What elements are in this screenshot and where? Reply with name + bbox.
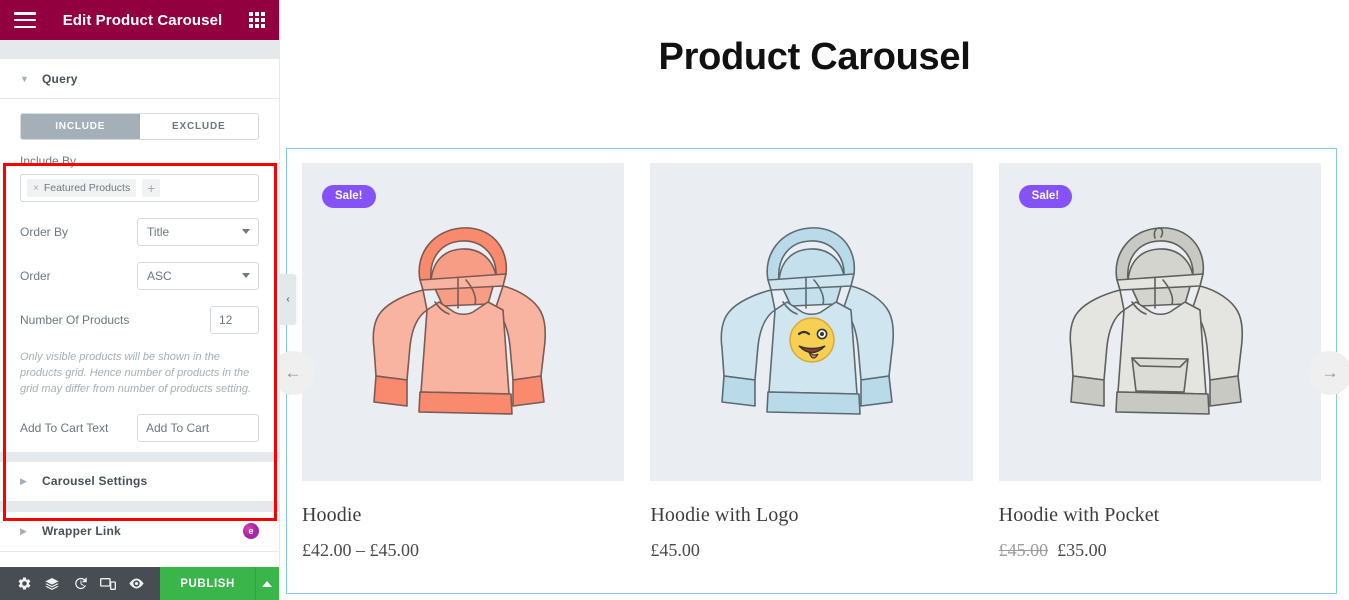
tag-featured-products[interactable]: × Featured Products: [27, 179, 136, 197]
add-to-cart-text-label: Add To Cart Text: [20, 421, 108, 435]
section-label-query: Query: [42, 72, 78, 86]
arrow-left-icon: ←: [285, 363, 302, 383]
emoji-logo: [790, 318, 834, 362]
order-by-label: Order By: [20, 225, 68, 239]
hamburger-menu-icon[interactable]: [14, 12, 36, 28]
publish-button[interactable]: PUBLISH: [160, 567, 255, 600]
editor-panel: Edit Product Carousel ▼ Query INCLUDE EX…: [0, 0, 280, 600]
product-title[interactable]: Hoodie with Logo: [650, 503, 972, 527]
query-controls: INCLUDE EXCLUDE Include By × Featured Pr…: [0, 99, 279, 452]
section-label-carousel-settings: Carousel Settings: [42, 474, 147, 488]
include-by-tag-input[interactable]: × Featured Products +: [20, 174, 259, 202]
page-title: Product Carousel: [280, 36, 1349, 79]
status-badge: Sale!: [1019, 185, 1073, 208]
tag-remove-icon[interactable]: ×: [33, 183, 39, 194]
chevron-left-icon: ‹: [286, 294, 289, 305]
number-of-products-input[interactable]: [210, 306, 259, 334]
sidebar-section-query[interactable]: ▼ Query: [0, 59, 279, 99]
responsive-mode-icon[interactable]: [94, 567, 122, 600]
panel-header: Edit Product Carousel: [0, 0, 279, 40]
tab-include[interactable]: INCLUDE: [21, 114, 140, 139]
light-blue-hoodie-with-emoji-logo-illustration: [711, 216, 911, 428]
panel-footer-toolbar: PUBLISH: [0, 567, 279, 600]
tab-exclude[interactable]: EXCLUDE: [140, 114, 259, 139]
order-row: Order ASCDESC: [20, 262, 259, 290]
product-card[interactable]: Hoodie with Logo £45.00: [650, 163, 972, 561]
chevron-down-icon: ▼: [20, 74, 29, 84]
order-by-select[interactable]: DateTitlePricePopularityRatingRandomMenu…: [137, 218, 259, 246]
product-image[interactable]: Sale!: [999, 163, 1321, 481]
elementor-editor: Edit Product Carousel ▼ Query INCLUDE EX…: [0, 0, 1349, 600]
add-to-cart-text-input[interactable]: [138, 415, 259, 441]
section-divider: [0, 452, 279, 462]
product-title[interactable]: Hoodie: [302, 503, 624, 527]
order-by-row: Order By DateTitlePricePopularityRatingR…: [20, 218, 259, 246]
add-to-cart-text-row: Add To Cart Text: [20, 414, 259, 442]
elementor-pro-badge-icon: e: [243, 523, 259, 539]
navigator-layers-icon[interactable]: [38, 567, 66, 600]
tag-label: Featured Products: [44, 182, 130, 194]
settings-gear-icon[interactable]: [10, 567, 38, 600]
order-select[interactable]: ASCDESC: [137, 262, 259, 290]
carousel-track: Sale!: [287, 149, 1336, 561]
sidebar-section-carousel-settings[interactable]: ▶ Carousel Settings: [0, 462, 279, 502]
arrow-right-icon: →: [1322, 363, 1339, 383]
coral-hoodie-illustration: [363, 216, 563, 428]
product-price: £45.00: [650, 540, 972, 561]
widgets-grid-icon[interactable]: [249, 12, 265, 28]
include-by-label: Include By: [20, 154, 259, 168]
product-regular-price: £45.00: [999, 540, 1049, 560]
number-of-products-label: Number Of Products: [20, 313, 129, 327]
number-of-products-row: Number Of Products: [20, 306, 259, 334]
carousel-next-button[interactable]: →: [1308, 351, 1349, 395]
product-price: £45.00 £35.00: [999, 540, 1321, 561]
product-card[interactable]: Sale!: [302, 163, 624, 561]
tag-add-icon[interactable]: +: [142, 179, 160, 197]
panel-tabs-bar: [0, 40, 279, 59]
section-label-wrapper-link: Wrapper Link: [42, 524, 121, 538]
status-badge: Sale!: [322, 185, 376, 208]
product-card[interactable]: Sale!: [999, 163, 1321, 561]
include-exclude-toggle[interactable]: INCLUDE EXCLUDE: [20, 113, 259, 140]
panel-body: ▼ Query INCLUDE EXCLUDE Include By × Fea…: [0, 59, 279, 567]
product-price: £42.00 – £45.00: [302, 540, 624, 561]
product-sale-price: £35.00: [1057, 540, 1107, 560]
preview-canvas: Product Carousel ← → Sale!: [280, 0, 1349, 600]
product-title[interactable]: Hoodie with Pocket: [999, 503, 1321, 527]
grey-hoodie-with-pocket-illustration: [1060, 216, 1260, 428]
product-image[interactable]: [650, 163, 972, 481]
order-label: Order: [20, 269, 51, 283]
panel-title: Edit Product Carousel: [63, 12, 223, 29]
section-divider: [0, 502, 279, 512]
preview-eye-icon[interactable]: [122, 567, 150, 600]
chevron-right-icon: ▶: [20, 526, 29, 537]
product-image[interactable]: Sale!: [302, 163, 624, 481]
panel-collapse-handle[interactable]: ‹: [280, 274, 296, 325]
sidebar-section-wrapper-link[interactable]: ▶ Wrapper Link e: [0, 512, 279, 552]
product-carousel-widget[interactable]: ← → Sale!: [286, 148, 1337, 594]
chevron-right-icon: ▶: [20, 476, 29, 487]
publish-options-caret-icon[interactable]: [255, 567, 279, 600]
history-clock-icon[interactable]: [66, 567, 94, 600]
query-hint-text: Only visible products will be shown in t…: [20, 350, 259, 398]
